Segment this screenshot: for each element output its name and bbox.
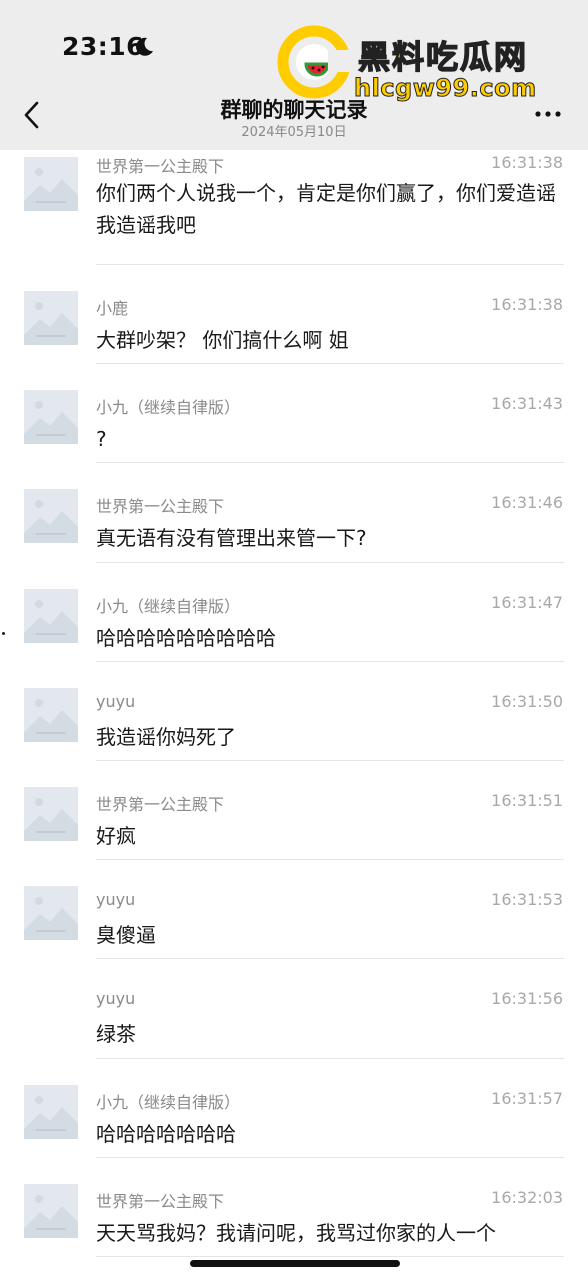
watermark-logo-icon (277, 25, 352, 99)
message-text: 绿茶 (96, 1022, 136, 1047)
chat-record-row[interactable]: yuyu 16:31:56 绿茶 (0, 959, 588, 1059)
avatar-placeholder-icon[interactable] (24, 786, 78, 841)
chat-record-row[interactable]: 世界第一公主殿下 16:31:46 真无语有没有管理出来管一下? (0, 463, 588, 563)
chat-record-row[interactable]: 世界第一公主殿下 16:31:51 好疯 (0, 761, 588, 861)
page-subtitle: 2024年05月10日 (241, 125, 347, 140)
chat-record-row[interactable]: 小鹿 16:31:38 大群吵架？ 你们搞什么啊 姐 (0, 265, 588, 365)
sender-name: 小鹿 (96, 299, 129, 318)
chat-record-row[interactable]: 小九（继续自律版） 16:31:43? (0, 364, 588, 464)
sender-name: yuyu (96, 691, 136, 711)
avatar-placeholder-icon[interactable] (24, 588, 78, 643)
message-time: 16:31:51 (491, 790, 563, 810)
message-time: 16:31:57 (491, 1088, 563, 1108)
chat-record-list: 世界第一公主殿下 16:31:38 你们两个人说我一个，肯定是你们赢了，你们爱造谣我… (0, 150, 588, 1257)
sender-name: 世界第一公主殿下 (96, 1191, 225, 1211)
message-text: 好疯 (96, 823, 136, 848)
chat-record-row[interactable]: 小九（继续自律版） 16:31:47 哈哈哈哈哈哈哈哈哈 (0, 563, 588, 662)
sender-name: 世界第一公主殿下 (96, 157, 225, 176)
avatar-placeholder-icon[interactable] (24, 390, 78, 445)
message-text: 大群吵架？ 你们搞什么啊 姐 (96, 328, 349, 352)
avatar-placeholder-icon[interactable] (24, 489, 78, 544)
chat-record-row[interactable]: 世界第一公主殿下 16:31:38 你们两个人说我一个，肯定是你们赢了，你们爱造谣我… (0, 150, 588, 265)
moon-icon (136, 37, 153, 56)
message-time: 16:32:03 (491, 1187, 563, 1207)
message-text: 天天骂我妈？我请问呢，我骂过你家的人一个 (96, 1220, 496, 1245)
message-time: 16:31:46 (491, 493, 563, 513)
chat-record-row[interactable]: yuyu 16:31:53 臭傻逼 (0, 860, 588, 960)
sender-name: 小九（继续自律版） (96, 1092, 241, 1112)
message-text: 哈哈哈哈哈哈哈哈哈 (96, 625, 276, 650)
message-time: 16:31:43 (491, 394, 563, 414)
watermark-url: hlcgw99.com (354, 74, 537, 103)
message-text: 哈哈哈哈哈哈哈 (96, 1121, 236, 1146)
avatar-placeholder-icon[interactable] (24, 886, 78, 941)
avatar-placeholder-icon[interactable] (24, 687, 78, 742)
watermark-name: 黑料吃瓜网 (357, 37, 529, 76)
sender-name: yuyu (96, 989, 136, 1009)
sender-name: 世界第一公主殿下 (96, 794, 225, 814)
chat-record-row[interactable]: 世界第一公主殿下 16:32:03 天天骂我妈？我请问呢，我骂过你家的人一个 (0, 1158, 588, 1257)
message-text: 真无语有没有管理出来管一下? (96, 526, 367, 551)
message-time: 16:31:53 (491, 890, 563, 910)
message-time: 16:31:47 (491, 592, 563, 612)
message-text: 你们两个人说我一个，肯定是你们赢了，你们爱造谣我造谣我吧 (96, 181, 556, 237)
message-text: 臭傻逼 (96, 923, 156, 948)
avatar-placeholder-icon[interactable] (24, 157, 78, 211)
message-time: 16:31:56 (491, 989, 563, 1009)
message-text: ? (96, 427, 107, 452)
chat-record-row[interactable]: yuyu 16:31:50 我造谣你妈死了 (0, 662, 588, 761)
home-indicator (190, 1260, 400, 1267)
edge-dot (2, 632, 5, 635)
row-divider (96, 1255, 564, 1257)
message-time: 16:31:38 (491, 153, 563, 172)
status-time: 23:16 (62, 32, 145, 61)
avatar-placeholder-icon[interactable] (24, 1084, 78, 1139)
sender-name: 小九（继续自律版） (96, 398, 241, 418)
sender-name: 小九（继续自律版） (96, 596, 241, 616)
message-text: 我造谣你妈死了 (96, 724, 236, 749)
sender-name: yuyu (96, 890, 136, 910)
sender-name: 世界第一公主殿下 (96, 497, 225, 517)
watermark: 黑料吃瓜网 hlcgw99.com (276, 24, 576, 108)
message-time: 16:31:50 (491, 691, 563, 711)
avatar-placeholder-icon[interactable] (24, 1183, 78, 1238)
avatar-placeholder-icon[interactable] (24, 291, 78, 345)
message-time: 16:31:38 (491, 295, 563, 314)
chat-record-row[interactable]: 小九（继续自律版） 16:31:57 哈哈哈哈哈哈哈 (0, 1059, 588, 1158)
